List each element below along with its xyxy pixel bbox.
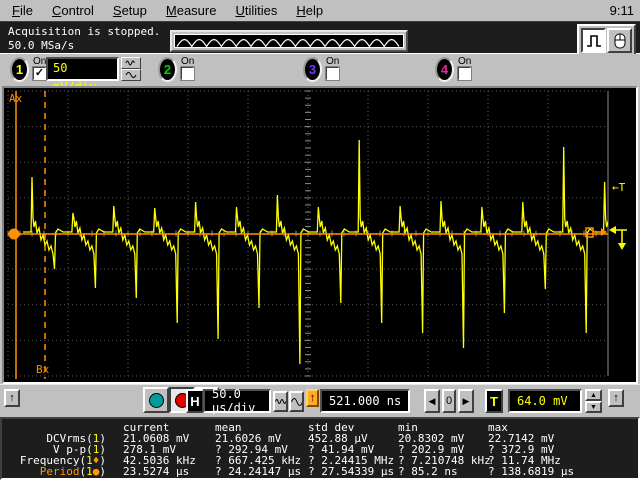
pulse-icon — [586, 34, 601, 47]
measurement-label: Period(1●) — [39, 465, 106, 478]
timebase-field[interactable]: 50.0 µs/div — [203, 387, 271, 415]
waveform-overview-bar[interactable] — [170, 30, 408, 52]
measurement-value: ? 27.54339 µs — [308, 465, 395, 478]
spin-up-icon: ▲ — [590, 391, 597, 399]
orange-up-arrow-icon: ↑ — [309, 392, 316, 404]
channel-1-on-control: On ✓ — [32, 56, 47, 81]
channel-bar: 1On✓50 mV/div2On3On4On — [0, 54, 640, 94]
channel-2-on-checkbox[interactable] — [180, 66, 195, 81]
menu-bar: File Control Setup Measure Utilities Help 9:1… — [0, 0, 640, 21]
control-bar: ↑ H 50.0 µs/div ↑ 521.000 ns ◀ 0 ▶ T 64.… — [0, 384, 640, 417]
measurement-value: 23.5274 µs — [123, 465, 190, 478]
zoom-in-time-button[interactable] — [289, 391, 304, 412]
channel-4-button[interactable]: 4 — [435, 57, 454, 82]
right-expand-button[interactable]: ↑ — [608, 389, 624, 407]
large-sine-icon — [125, 72, 137, 78]
channel-3-group: 3 On — [303, 56, 340, 82]
horizontal-settings-button[interactable]: H — [186, 389, 204, 413]
svg-text:←T: ←T — [612, 181, 626, 194]
channel-4-on-checkbox[interactable] — [457, 66, 472, 81]
large-sine-icon — [291, 397, 302, 406]
small-sine-icon — [125, 60, 135, 66]
delay-zero-button[interactable]: 0 — [442, 389, 456, 413]
channel-2-button[interactable]: 2 — [158, 57, 177, 82]
channel-1-group: 1 On ✓ — [10, 56, 47, 82]
channel-1-on-checkbox[interactable]: ✓ — [32, 66, 47, 81]
mouse-icon — [614, 33, 625, 48]
small-sine-icon — [275, 399, 286, 404]
waveform-overview-trace — [174, 34, 404, 48]
delay-right-button[interactable]: ▶ — [458, 389, 474, 413]
measurement-value: ? 138.6819 µs — [488, 465, 575, 478]
acquisition-status: Acquisition is stopped. — [8, 25, 161, 38]
channel-1-on-label: On — [33, 56, 47, 67]
plot-canvas: Ax Bx ←T — [7, 90, 627, 379]
channel-3-on-checkbox[interactable] — [325, 66, 340, 81]
trigger-settings-button[interactable]: T — [485, 389, 503, 413]
trigger-level-field[interactable]: 64.0 mV — [508, 389, 582, 413]
channel-4-on-control: On — [457, 56, 472, 81]
delay-left-button[interactable]: ◀ — [424, 389, 440, 413]
measurements-panel: current mean std dev min max DCVrms(1) 21.0608… — [0, 417, 640, 480]
right-triangle-icon: ▶ — [462, 395, 470, 406]
measurement-value: ? 85.2 ns — [398, 465, 458, 478]
channel-2-on-control: On — [180, 56, 195, 81]
channel-2-on-label: On — [181, 56, 195, 67]
scale-down-button[interactable] — [121, 69, 141, 81]
menu-item-control[interactable]: Control — [52, 3, 94, 18]
mouse-mode-button[interactable] — [607, 28, 632, 53]
oscilloscope-screen: File Control Setup Measure Utilities Help 9:1… — [0, 0, 640, 480]
menu-item-setup[interactable]: Setup — [113, 3, 147, 18]
left-triangle-icon: ◀ — [428, 395, 436, 406]
pulse-mode-button[interactable] — [581, 28, 606, 53]
measurement-row-period: Period(1●) 23.5274 µs ? 24.24147 µs ? 27.54… — [2, 466, 638, 477]
channel-1-scale-spinner — [121, 57, 141, 81]
trigger-position-button[interactable]: ↑ — [306, 389, 319, 407]
channel-4-group: 4 On — [435, 56, 472, 82]
menu-item-utilities[interactable]: Utilities — [235, 3, 277, 18]
clock: 9:11 — [609, 3, 634, 18]
acquisition-mode-buttons — [577, 24, 636, 57]
waveform-display[interactable]: Ax Bx ←T — [2, 86, 638, 384]
channel-2-group: 2 On — [158, 56, 195, 82]
status-bar: Acquisition is stopped. 50.0 MSa/s — [0, 21, 640, 57]
trigger-level-down-button[interactable]: ▼ — [585, 401, 602, 413]
channel-3-button[interactable]: 3 — [303, 57, 322, 82]
measurement-value: ? 24.24147 µs — [215, 465, 302, 478]
channel-3-on-control: On — [325, 56, 340, 81]
channel-4-on-label: On — [458, 56, 472, 67]
run-button[interactable] — [143, 387, 169, 413]
channel-1-scale-field[interactable]: 50 mV/div — [46, 57, 119, 94]
sample-rate: 50.0 MSa/s — [8, 39, 75, 52]
trigger-level-up-button[interactable]: ▲ — [585, 389, 602, 401]
up-arrow-icon: ↑ — [9, 392, 15, 404]
menu-items: File Control Setup Measure Utilities Help — [0, 3, 323, 18]
up-arrow-icon: ↑ — [613, 392, 619, 404]
left-expand-button[interactable]: ↑ — [4, 389, 20, 407]
overview-sine-icon — [176, 38, 400, 48]
channel-3-on-label: On — [326, 56, 340, 67]
svg-text:Bx: Bx — [36, 363, 50, 376]
delay-field[interactable]: 521.000 ns — [320, 389, 410, 413]
spin-down-icon: ▼ — [590, 403, 597, 411]
trigger-level-spinner: ▲ ▼ — [585, 389, 602, 413]
menu-item-file[interactable]: File — [12, 3, 33, 18]
menu-item-measure[interactable]: Measure — [166, 3, 217, 18]
scale-up-button[interactable] — [121, 57, 141, 69]
menu-item-help[interactable]: Help — [296, 3, 323, 18]
run-icon — [148, 392, 164, 408]
svg-text:Ax: Ax — [9, 92, 23, 105]
channel-1-button[interactable]: 1 — [10, 57, 29, 82]
zoom-out-time-button[interactable] — [273, 391, 288, 412]
